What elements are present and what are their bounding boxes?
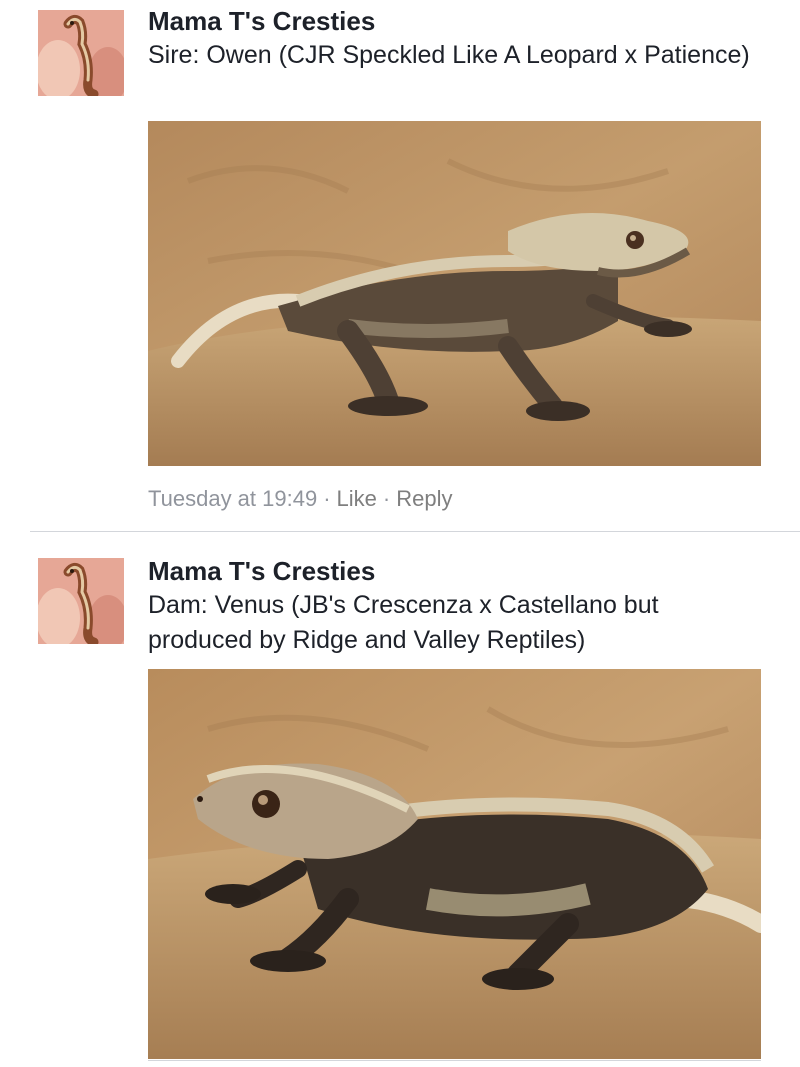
comment-text: Dam: Venus (JB's Crescenza x Castellano …	[148, 591, 659, 654]
gecko-avatar-icon	[38, 558, 124, 644]
profile-avatar[interactable]	[38, 10, 124, 96]
comment-timestamp[interactable]: Tuesday at 19:49	[148, 486, 317, 511]
profile-avatar[interactable]	[38, 558, 124, 644]
separator-dot: ·	[382, 486, 391, 511]
separator-dot: ·	[323, 486, 331, 511]
comment-author[interactable]: Mama T's Cresties	[148, 6, 375, 37]
comment: Mama T's Cresties Sire: Owen (CJR Speckl…	[0, 0, 800, 531]
like-link[interactable]: Like	[337, 486, 377, 511]
list-bottom-divider	[148, 1060, 761, 1061]
comment-photo[interactable]	[148, 669, 761, 1059]
gecko-avatar-icon	[38, 10, 124, 96]
gecko-photo-image	[148, 121, 761, 466]
comment: Mama T's Cresties Dam: Venus (JB's Cresc…	[0, 532, 800, 1067]
comment-meta: Tuesday at 19:49 · Like · Reply	[148, 486, 452, 512]
comment-text: Sire: Owen (CJR Speckled Like A Leopard …	[148, 41, 750, 69]
gecko-photo-image	[148, 669, 761, 1059]
comment-author[interactable]: Mama T's Cresties	[148, 556, 375, 587]
comment-photo[interactable]	[148, 121, 761, 466]
reply-link[interactable]: Reply	[396, 486, 452, 511]
